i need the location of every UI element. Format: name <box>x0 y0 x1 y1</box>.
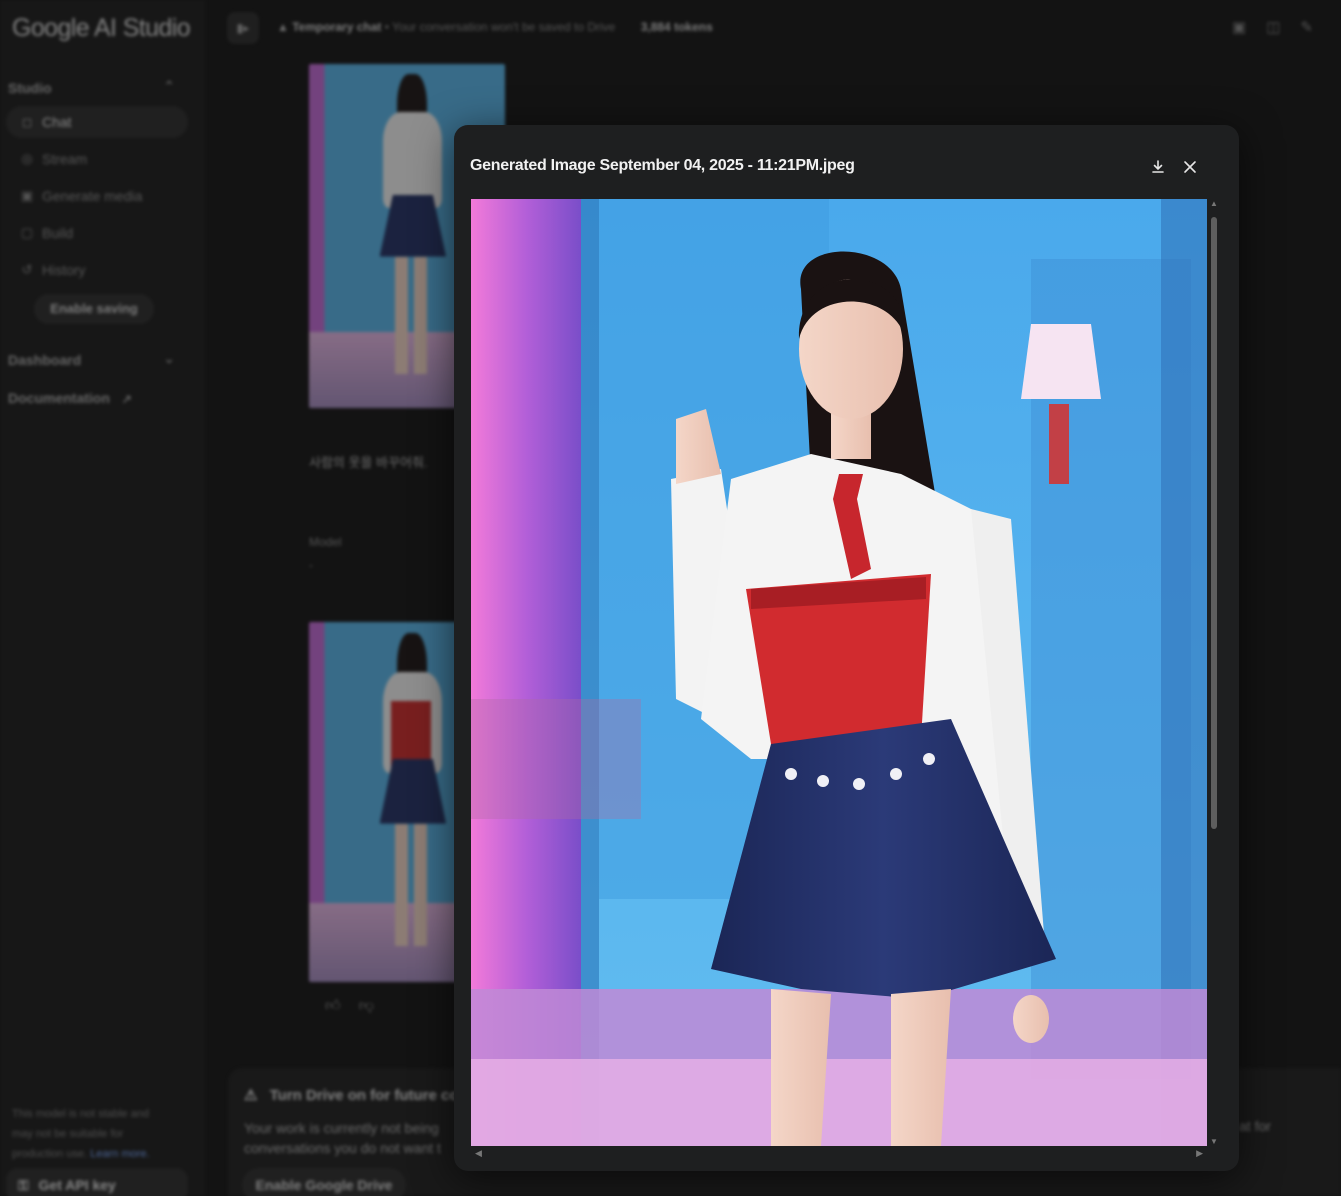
scroll-right-arrow-icon[interactable]: ▶ <box>1196 1148 1203 1159</box>
key-icon: ⚿ <box>18 1177 29 1193</box>
generated-image <box>471 199 1207 1146</box>
get-api-key-button[interactable]: ⚿ Get API key <box>6 1168 188 1196</box>
user-prompt: 사람의 옷을 바꾸어줘. <box>309 455 428 470</box>
sidebar-item-build[interactable]: ▢ Build <box>6 217 188 249</box>
banner-title-text: Turn Drive on for future cor <box>269 1087 465 1104</box>
documentation-link[interactable]: Documentation ↗ <box>8 390 132 406</box>
generated-image-illustration <box>471 199 1207 1146</box>
sidebar-item-history[interactable]: ↺ History <box>6 254 188 286</box>
sidebar-toggle-icon[interactable]: ▮▸ <box>227 12 259 44</box>
chevron-up-icon[interactable]: ⌃ <box>163 78 175 95</box>
history-icon: ↺ <box>21 262 33 277</box>
learn-more-link[interactable]: Learn more. <box>90 1148 149 1160</box>
banner-body-end: at for <box>1239 1118 1271 1134</box>
feedback-buttons: 👍︎ 👎︎ <box>325 997 392 1015</box>
scroll-down-arrow-icon[interactable]: ▼ <box>1209 1137 1219 1146</box>
model-text: - <box>309 558 313 572</box>
dialog-title: Generated Image September 04, 2025 - 11:… <box>470 157 855 174</box>
chat-icon: □ <box>23 114 31 130</box>
save-icon[interactable]: ▣ <box>1232 19 1266 36</box>
sidebar-item-label: Build <box>42 225 74 241</box>
top-bar: ▮▸ ▲ Temporary chat • Your conversation … <box>205 0 1341 56</box>
enable-google-drive-button[interactable]: Enable Google Drive <box>242 1168 406 1196</box>
compare-icon[interactable]: ◫ <box>1266 19 1300 36</box>
download-icon <box>1152 160 1164 173</box>
model-stability-note: This model is not stable and may not be … <box>12 1104 172 1164</box>
close-button[interactable] <box>1176 153 1204 181</box>
image-preview-dialog: Generated Image September 04, 2025 - 11:… <box>454 125 1239 1171</box>
chevron-down-icon[interactable]: ⌄ <box>163 350 175 367</box>
dashboard-section-header[interactable]: Dashboard <box>8 352 81 368</box>
download-button[interactable] <box>1144 153 1172 181</box>
horizontal-scrollbar[interactable]: ◀ ▶ <box>471 1148 1207 1160</box>
sidebar-item-stream[interactable]: ◎ Stream <box>6 143 188 175</box>
sidebar-item-label: Chat <box>42 114 72 130</box>
thumbs-up-icon[interactable]: 👍︎ <box>325 997 341 1014</box>
scroll-left-arrow-icon[interactable]: ◀ <box>475 1148 482 1159</box>
token-count: 3,884 tokens <box>640 20 713 34</box>
scroll-up-arrow-icon[interactable]: ▲ <box>1209 199 1219 208</box>
sidebar-item-chat[interactable]: □ Chat <box>6 106 188 138</box>
chat-title-text: Temporary chat <box>292 20 382 34</box>
banner-title: ⚠ Turn Drive on for future cor <box>244 1086 464 1104</box>
external-link-icon: ↗ <box>121 392 132 406</box>
topbar-actions: ▣◫✎ <box>1232 18 1333 36</box>
model-label: Model <box>309 535 342 549</box>
build-icon: ▢ <box>20 225 34 240</box>
banner-body: Your work is currently not being convers… <box>244 1120 441 1156</box>
sidebar-item-label: Generate media <box>42 188 143 204</box>
get-api-key-label: Get API key <box>38 1177 116 1193</box>
media-icon: ▣ <box>20 188 34 203</box>
edit-icon[interactable]: ✎ <box>1300 19 1333 36</box>
documentation-label: Documentation <box>8 390 110 406</box>
thumbs-down-icon[interactable]: 👎︎ <box>359 997 374 1014</box>
enable-saving-button[interactable]: Enable saving <box>34 294 154 324</box>
app-logo: Google AI Studio <box>12 14 191 42</box>
studio-section-header[interactable]: Studio <box>8 80 52 96</box>
scrollbar-thumb[interactable] <box>1211 217 1217 829</box>
chat-title: ▲ Temporary chat • Your conversation won… <box>277 20 713 34</box>
sidebar-item-generate-media[interactable]: ▣ Generate media <box>6 180 188 212</box>
warning-icon: ⚠ <box>244 1087 258 1104</box>
stream-icon: ◎ <box>21 151 33 166</box>
chat-subtitle: Your conversation won't be saved to Driv… <box>392 20 616 34</box>
vertical-scrollbar[interactable]: ▲ ▼ <box>1209 199 1219 1146</box>
sidebar-item-label: History <box>42 262 86 278</box>
close-icon <box>1184 161 1196 173</box>
sidebar: Google AI Studio Studio ⌃ □ Chat ◎ Strea… <box>0 0 205 1196</box>
temporary-chat-icon: ▲ <box>277 20 289 34</box>
sidebar-item-label: Stream <box>42 151 88 167</box>
